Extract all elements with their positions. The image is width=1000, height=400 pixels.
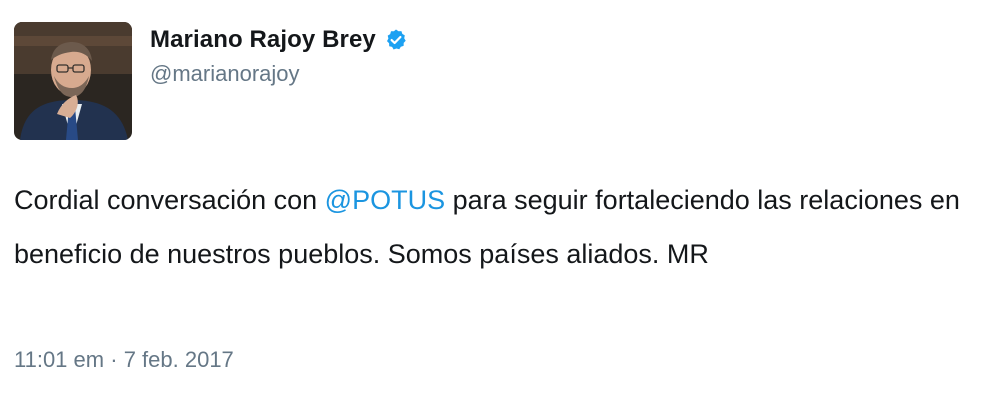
name-row: Mariano Rajoy Brey [150,23,408,57]
tweet-header: Mariano Rajoy Brey @marianorajoy [14,22,408,140]
tweet-date: 7 feb. 2017 [123,347,234,372]
mention-link[interactable]: @POTUS [325,185,445,215]
avatar[interactable] [14,22,132,140]
timestamp-separator: · [110,347,118,372]
verified-icon [386,29,406,50]
tweet-timestamp[interactable]: 11:01 em · 7 feb. 2017 [14,347,234,373]
tweet-card: Mariano Rajoy Brey @marianorajoy Cordial… [0,0,1000,400]
tweet-time: 11:01 em [14,347,105,372]
username-handle[interactable]: @marianorajoy [150,61,408,87]
tweet-text-part: Cordial conversación con [14,185,325,215]
display-name[interactable]: Mariano Rajoy Brey [150,26,376,54]
author-identity: Mariano Rajoy Brey @marianorajoy [150,23,408,87]
tweet-text: Cordial conversación con @POTUS para seg… [14,173,989,281]
